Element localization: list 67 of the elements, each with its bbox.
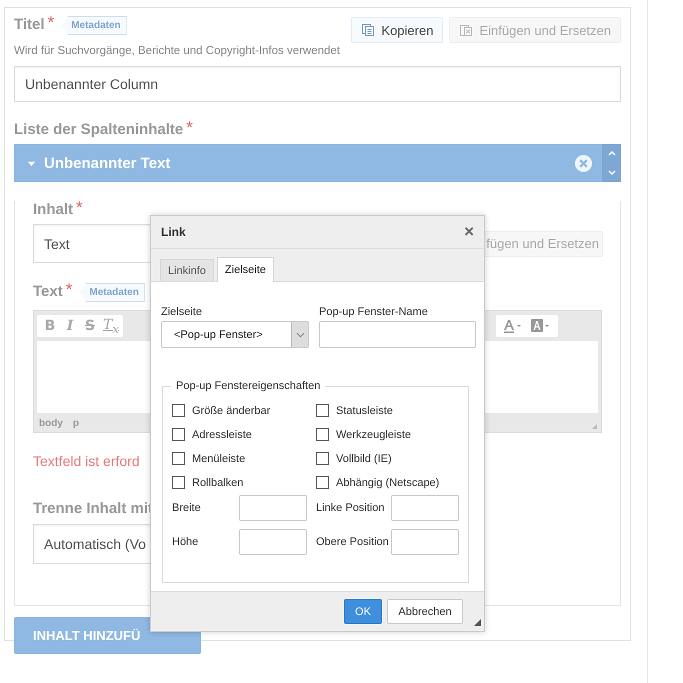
checkbox[interactable] — [172, 452, 185, 465]
field-label: Höhe — [172, 536, 198, 548]
popup-name-input[interactable] — [319, 321, 476, 348]
format-button[interactable]: S — [83, 318, 97, 334]
tab[interactable]: Linkinfo — [160, 259, 214, 281]
checkbox-label: Größe änderbar — [192, 404, 270, 416]
checkbox[interactable] — [316, 404, 329, 417]
field-label: Zielseite — [161, 306, 203, 318]
checkbox-label: Statusleiste — [336, 404, 393, 416]
field-label: Breite — [172, 502, 201, 514]
required-mark: * — [186, 121, 193, 135]
reorder-handle[interactable] — [602, 144, 621, 182]
checkbox[interactable] — [316, 452, 329, 465]
chevron-down-icon — [296, 332, 304, 338]
title-input[interactable]: Unbenannter Column — [14, 66, 621, 102]
tab[interactable]: Zielseite — [216, 257, 274, 282]
dimension-input[interactable] — [391, 495, 459, 521]
checkbox-label: Werkzeugleiste — [336, 428, 411, 440]
dimension-input[interactable] — [239, 495, 307, 521]
field-label: Linke Position — [316, 502, 384, 514]
format-button[interactable]: B — [43, 318, 57, 334]
field-label: Obere Position — [316, 536, 389, 548]
field-label: Liste der Spalteninhalte — [14, 121, 184, 138]
copy-button[interactable]: Kopieren — [351, 17, 444, 43]
remove-icon[interactable] — [574, 154, 593, 173]
resize-grip-icon[interactable] — [592, 424, 597, 429]
element-path[interactable]: p — [72, 418, 79, 428]
metadata-tag[interactable]: Metadaten — [79, 283, 145, 302]
dialog-title: Link — [161, 225, 186, 239]
dimension-input[interactable] — [239, 529, 307, 555]
field-label: Inhalt — [33, 201, 73, 218]
required-mark: * — [76, 201, 83, 215]
format-button[interactable]: T$_{x}$ — [103, 316, 117, 336]
checkbox[interactable] — [172, 476, 185, 489]
checkbox[interactable] — [316, 428, 329, 441]
checkbox[interactable] — [172, 404, 185, 417]
item-header[interactable]: Unbenannter Text — [14, 144, 621, 182]
checkbox-label: Rollbalken — [192, 476, 244, 488]
paste-icon — [459, 23, 474, 37]
target-select[interactable]: <Pop-up Fenster> — [161, 321, 309, 348]
required-mark: * — [66, 283, 72, 297]
error-message: Textfeld ist erford — [33, 453, 140, 469]
checkbox[interactable] — [316, 476, 329, 489]
format-button[interactable]: I — [63, 318, 77, 334]
copy-icon — [361, 23, 376, 37]
checkbox-label: Vollbild (IE) — [336, 452, 392, 464]
close-button[interactable]: × — [464, 224, 474, 240]
checkbox-label: Abhängig (Netscape) — [336, 476, 440, 488]
required-mark: * — [48, 16, 54, 30]
text-color-icon[interactable] — [502, 319, 524, 333]
ok-button[interactable]: OK — [344, 599, 382, 624]
group-legend: Pop-up Fenstereigenschaften — [171, 380, 326, 392]
checkbox-label: Menüleiste — [192, 452, 246, 464]
caret-icon — [27, 158, 36, 168]
resize-grip-icon[interactable] — [474, 619, 481, 626]
field-label: Titel — [14, 16, 45, 33]
field-label: Text — [33, 283, 63, 300]
cancel-button[interactable]: Abbrechen — [387, 599, 463, 624]
help-text: Wird für Suchvorgänge, Berichte und Copyright-Infos verwendet — [14, 45, 341, 57]
field-label: Pop-up Fenster-Name — [319, 306, 429, 318]
dimension-input[interactable] — [391, 529, 459, 555]
metadata-tag[interactable]: Metadaten — [61, 16, 127, 35]
checkbox-label: Adressleiste — [192, 428, 252, 440]
item-title: Unbenannter Text — [44, 154, 170, 172]
background-color-icon[interactable] — [530, 319, 552, 333]
element-path[interactable]: body — [39, 418, 63, 428]
checkbox[interactable] — [172, 428, 185, 441]
